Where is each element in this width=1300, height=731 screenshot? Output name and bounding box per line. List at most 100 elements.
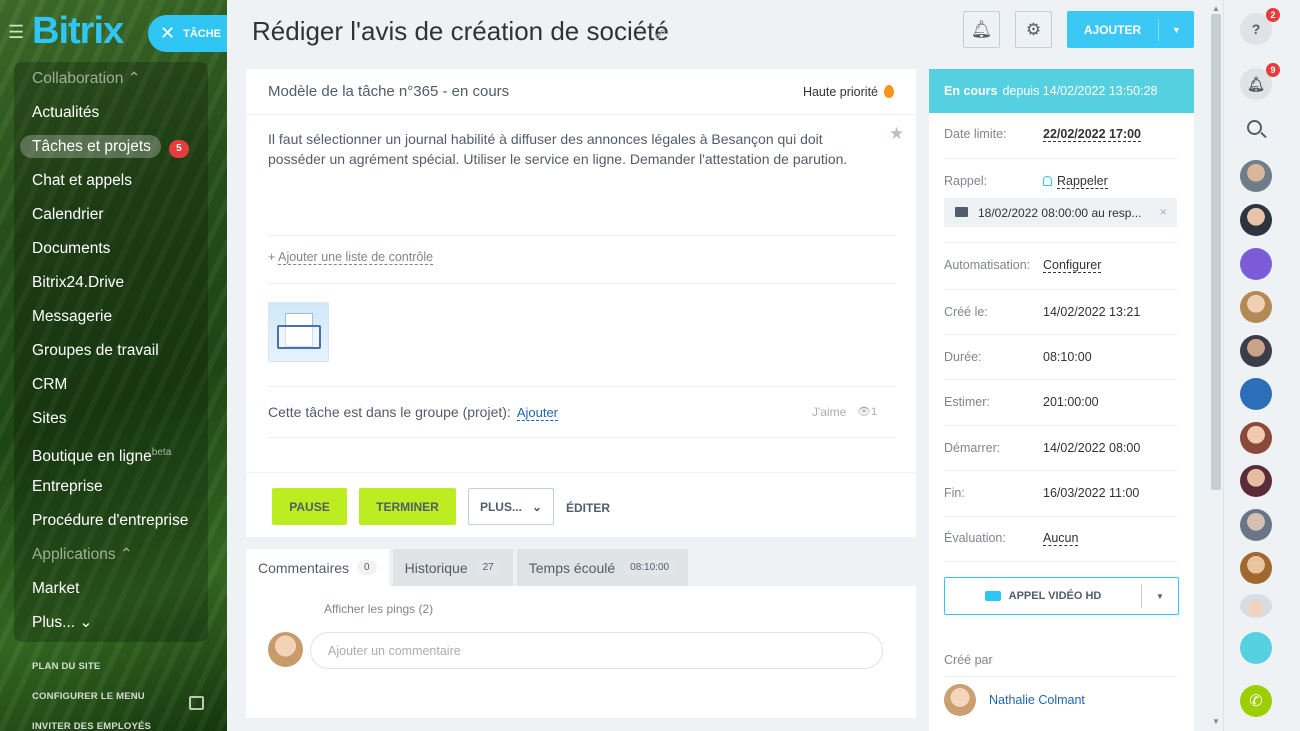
sidebar-item-sites[interactable]: Sites [0,402,227,436]
notifications-button[interactable]: 🔔︎ 9 [1240,63,1280,100]
more-button[interactable]: PLUS... ⌄ [468,488,554,525]
video-call-button[interactable]: APPEL VIDÉO HD ▼ [944,577,1179,615]
avatar [268,632,303,667]
divider [268,437,895,438]
pause-button[interactable]: PAUSE [272,488,347,525]
chevron-down-icon[interactable]: ▼ [1142,592,1178,601]
author-link[interactable]: Nathalie Colmant [989,693,1085,707]
rating-value[interactable]: Aucun [1043,531,1079,546]
avatar[interactable] [944,684,976,716]
beta-label: beta [151,447,172,458]
flame-icon [884,84,894,98]
edit-button[interactable]: ÉDITER [566,501,610,515]
status-bar: En cours depuis 14/02/2022 13:50:28 [929,69,1194,113]
show-pings-link[interactable]: Afficher les pings (2) [324,602,433,616]
divider [268,235,895,236]
configure-link[interactable]: Configurer [1043,258,1102,273]
avatar[interactable] [1240,594,1272,618]
avatar[interactable] [1240,509,1272,541]
group-chat-avatar[interactable] [1240,378,1272,410]
add-group-link[interactable]: Ajouter [516,405,559,421]
invite-employees-link[interactable]: INVITER DES EMPLOYÉS [0,712,227,731]
task-pill-label: TÂCHE [183,27,221,40]
sidebar-item-calendrier[interactable]: Calendrier [0,198,227,232]
phone-icon: ✆ [1249,693,1263,710]
search-icon[interactable] [1247,120,1262,135]
tab-time-spent[interactable]: Temps écoulé 08:10:00 [516,549,689,586]
sidebar-item-crm[interactable]: CRM [0,368,227,402]
sidebar-item-market[interactable]: Market [0,572,227,606]
print-icon[interactable] [189,696,204,710]
reminder-link[interactable]: Rappeler [1043,174,1108,189]
laptop-icon [277,325,321,349]
sidebar-menu: Collaboration ⌃ Actualités Tâches et pro… [0,62,227,731]
task-card-header: Modèle de la tâche n°365 - en cours Haut… [246,69,916,115]
sidebar-item-groupes[interactable]: Groupes de travail [0,334,227,368]
star-icon[interactable]: ★ [889,124,904,144]
bell-icon: 🔔︎ [970,19,993,39]
task-description: Il faut sélectionner un journal habilité… [268,131,848,167]
tab-history[interactable]: Historique 27 [392,549,513,586]
like-button[interactable]: J'aime [812,405,846,419]
left-sidebar: ☰ Bitrix ✕ TÂCHE Collaboration ⌃ Actuali… [0,0,227,731]
tab-comments[interactable]: Commentaires 0 [246,549,389,586]
task-card: Modèle de la tâche n°365 - en cours Haut… [246,69,916,537]
sidebar-item-procedure[interactable]: Procédure d'entreprise [0,504,227,538]
eye-icon: 👁︎ [857,406,871,418]
template-line: Modèle de la tâche n°365 - en cours [268,83,510,100]
sidebar-item-actualites[interactable]: Actualités [0,96,227,130]
sidebar-item-documents[interactable]: Documents [0,232,227,266]
divider [268,386,895,387]
avatar[interactable] [1240,204,1272,236]
group-line: Cette tâche est dans le groupe (projet):… [268,404,559,421]
chevron-down-icon: ⌄ [531,499,543,514]
scroll-up-icon[interactable]: ▲ [1212,4,1220,13]
add-button[interactable]: AJOUTER ▼ [1067,11,1194,48]
comments-panel: Afficher les pings (2) Ajouter un commen… [246,586,916,718]
close-icon: ✕ [160,23,176,43]
scrollbar-thumb[interactable] [1211,14,1221,490]
finish-button[interactable]: TERMINER [359,488,456,525]
avatar[interactable] [1240,465,1272,497]
sidebar-item-plus[interactable]: Plus... ⌄ [0,606,227,640]
menu-icon[interactable]: ☰ [8,22,24,43]
deadline-value[interactable]: 22/02/2022 17:00 [1043,127,1142,142]
chevron-down-icon[interactable]: ▼ [1158,18,1194,41]
settings-button[interactable]: ⚙ [1015,11,1052,48]
mobile-app-button[interactable] [1240,632,1272,664]
sidebar-item-entreprise[interactable]: Entreprise [0,470,227,504]
views-counter: 👁︎1 [857,406,878,418]
help-button[interactable]: ? 2 [1240,8,1280,45]
sidebar-section-applications[interactable]: Applications ⌃ [0,538,227,572]
avatar[interactable] [1240,291,1272,323]
comment-input[interactable]: Ajouter un commentaire [310,632,883,669]
avatar[interactable] [1240,335,1272,367]
avatar[interactable] [1240,422,1272,454]
status-state: En cours [944,84,998,98]
logo[interactable]: Bitrix [32,10,124,53]
attachment-thumbnail[interactable] [268,302,329,362]
avatar[interactable] [1240,248,1272,280]
follow-bell-button[interactable]: 🔔︎ [963,11,1000,48]
add-checklist-link[interactable]: + Ajouter une liste de contrôle [268,250,434,265]
avatar[interactable] [1240,160,1272,192]
close-icon[interactable]: ✕ [1159,207,1167,218]
sidebar-item-chat[interactable]: Chat et appels [0,164,227,198]
reminder-item[interactable]: 18/02/2022 08:00:00 au resp... ✕ [944,198,1177,227]
sidebar-item-boutique[interactable]: Boutique en lignebeta [0,436,227,470]
sidebar-section-collaboration[interactable]: Collaboration ⌃ [0,62,227,96]
sidebar-header: ☰ Bitrix ✕ TÂCHE [0,0,227,64]
scrollbar[interactable]: ▲ ▼ [1209,0,1223,731]
priority-label[interactable]: Haute priorité [803,84,894,99]
phone-call-button[interactable]: ✆ [1240,685,1272,717]
sidebar-item-taches[interactable]: Tâches et projets 5 [0,130,227,164]
close-task-pill[interactable]: ✕ TÂCHE [148,15,227,52]
sitemap-link[interactable]: PLAN DU SITE [0,652,227,682]
bell-icon [1043,176,1052,186]
divider [268,283,895,284]
sidebar-item-messagerie[interactable]: Messagerie [0,300,227,334]
scroll-down-icon[interactable]: ▼ [1212,717,1220,726]
sidebar-item-drive[interactable]: Bitrix24.Drive [0,266,227,300]
camera-icon [984,591,1001,601]
avatar[interactable] [1240,552,1272,584]
